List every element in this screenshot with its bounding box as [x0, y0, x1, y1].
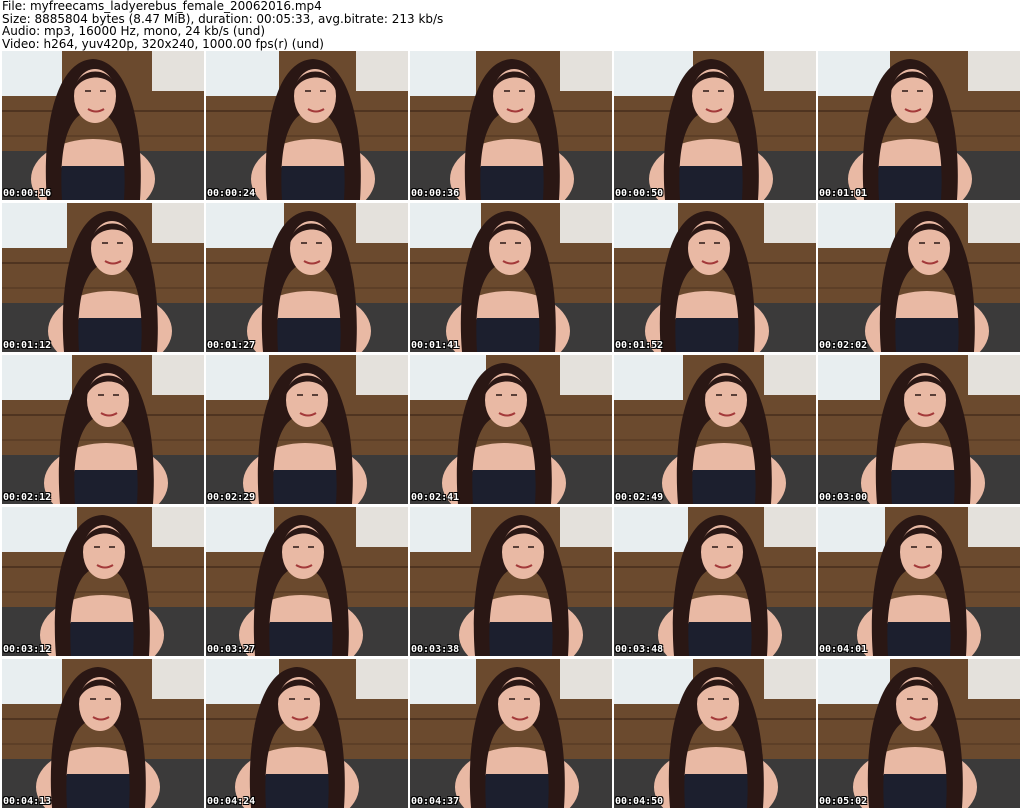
- video-thumbnail[interactable]: 00:02:49: [614, 355, 816, 504]
- video-thumbnail[interactable]: 00:04:01: [818, 507, 1020, 656]
- thumbnail-timestamp: 00:04:01: [819, 644, 868, 655]
- video-thumbnail[interactable]: 00:00:24: [206, 51, 408, 200]
- thumbnail-frame-image: [2, 51, 204, 200]
- video-thumbnail[interactable]: 00:01:12: [2, 203, 204, 352]
- thumbnail-frame-image: [410, 51, 612, 200]
- thumbnail-frame-image: [614, 659, 816, 808]
- thumbnail-timestamp: 00:00:36: [411, 188, 460, 199]
- thumbnail-timestamp: 00:01:01: [819, 188, 868, 199]
- thumbnail-timestamp: 00:04:24: [207, 796, 256, 807]
- video-thumbnail[interactable]: 00:02:12: [2, 355, 204, 504]
- thumbnail-timestamp: 00:05:02: [819, 796, 868, 807]
- thumbnail-frame-image: [2, 659, 204, 808]
- thumbnail-timestamp: 00:01:52: [615, 340, 664, 351]
- video-thumbnail[interactable]: 00:03:00: [818, 355, 1020, 504]
- video-thumbnail[interactable]: 00:01:41: [410, 203, 612, 352]
- video-thumbnail[interactable]: 00:05:02: [818, 659, 1020, 808]
- video-thumbnail[interactable]: 00:00:36: [410, 51, 612, 200]
- thumbnail-timestamp: 00:01:41: [411, 340, 460, 351]
- thumbnail-frame-image: [2, 507, 204, 656]
- thumbnail-frame-image: [206, 203, 408, 352]
- thumbnail-frame-image: [206, 51, 408, 200]
- thumbnail-timestamp: 00:02:49: [615, 492, 664, 503]
- thumbnail-frame-image: [2, 355, 204, 504]
- thumbnail-timestamp: 00:01:12: [3, 340, 52, 351]
- video-thumbnail[interactable]: 00:04:50: [614, 659, 816, 808]
- thumbnail-frame-image: [206, 659, 408, 808]
- thumbnail-frame-image: [818, 507, 1020, 656]
- thumbnail-frame-image: [818, 203, 1020, 352]
- thumbnail-frame-image: [614, 507, 816, 656]
- video-thumbnail[interactable]: 00:04:37: [410, 659, 612, 808]
- thumbnail-frame-image: [410, 203, 612, 352]
- video-thumbnail[interactable]: 00:00:16: [2, 51, 204, 200]
- thumbnail-frame-image: [410, 355, 612, 504]
- video-thumbnail[interactable]: 00:00:50: [614, 51, 816, 200]
- thumbnail-frame-image: [206, 355, 408, 504]
- video-thumbnail[interactable]: 00:03:27: [206, 507, 408, 656]
- thumbnail-timestamp: 00:00:50: [615, 188, 664, 199]
- thumbnail-timestamp: 00:03:38: [411, 644, 460, 655]
- video-thumbnail[interactable]: 00:02:41: [410, 355, 612, 504]
- thumbnail-timestamp: 00:00:24: [207, 188, 256, 199]
- thumbnail-frame-image: [206, 507, 408, 656]
- video-thumbnail[interactable]: 00:02:02: [818, 203, 1020, 352]
- thumbnail-timestamp: 00:04:37: [411, 796, 460, 807]
- video-info: Video: h264, yuv420p, 320x240, 1000.00 f…: [2, 36, 324, 51]
- audio-info: Audio: mp3, 16000 Hz, mono, 24 kb/s (und…: [2, 24, 266, 39]
- thumbnail-timestamp: 00:04:50: [615, 796, 664, 807]
- video-thumbnail[interactable]: 00:01:52: [614, 203, 816, 352]
- thumbnail-frame-image: [818, 659, 1020, 808]
- thumbnail-frame-image: [818, 355, 1020, 504]
- video-thumbnail[interactable]: 00:02:29: [206, 355, 408, 504]
- thumbnail-timestamp: 00:00:16: [3, 188, 52, 199]
- thumbnail-timestamp: 00:02:02: [819, 340, 868, 351]
- thumbnail-frame-image: [614, 203, 816, 352]
- thumbnail-timestamp: 00:03:48: [615, 644, 664, 655]
- thumbnail-frame-image: [818, 51, 1020, 200]
- thumbnail-frame-image: [410, 659, 612, 808]
- video-thumbnail[interactable]: 00:04:13: [2, 659, 204, 808]
- video-thumbnail[interactable]: 00:03:48: [614, 507, 816, 656]
- thumbnail-timestamp: 00:02:12: [3, 492, 52, 503]
- thumbnail-timestamp: 00:03:27: [207, 644, 256, 655]
- video-thumbnail[interactable]: 00:03:38: [410, 507, 612, 656]
- video-thumbnail[interactable]: 00:03:12: [2, 507, 204, 656]
- thumbnail-frame-image: [2, 203, 204, 352]
- thumbnail-frame-image: [614, 355, 816, 504]
- video-thumbnail[interactable]: 00:01:01: [818, 51, 1020, 200]
- video-thumbnail[interactable]: 00:01:27: [206, 203, 408, 352]
- thumbnail-timestamp: 00:02:41: [411, 492, 460, 503]
- file-name: File: myfreecams_ladyerebus_female_20062…: [2, 0, 322, 13]
- file-info-header: File: myfreecams_ladyerebus_female_20062…: [2, 0, 1020, 50]
- thumbnail-timestamp: 00:03:12: [3, 644, 52, 655]
- thumbnail-timestamp: 00:02:29: [207, 492, 256, 503]
- video-thumbnail[interactable]: 00:04:24: [206, 659, 408, 808]
- thumbnail-grid: 00:00:16 00:00:24 00:00:36 00:00:50 00:01:01…: [2, 51, 1020, 808]
- thumbnail-timestamp: 00:01:27: [207, 340, 256, 351]
- thumbnail-timestamp: 00:03:00: [819, 492, 868, 503]
- thumbnail-timestamp: 00:04:13: [3, 796, 52, 807]
- thumbnail-frame-image: [410, 507, 612, 656]
- thumbnail-frame-image: [614, 51, 816, 200]
